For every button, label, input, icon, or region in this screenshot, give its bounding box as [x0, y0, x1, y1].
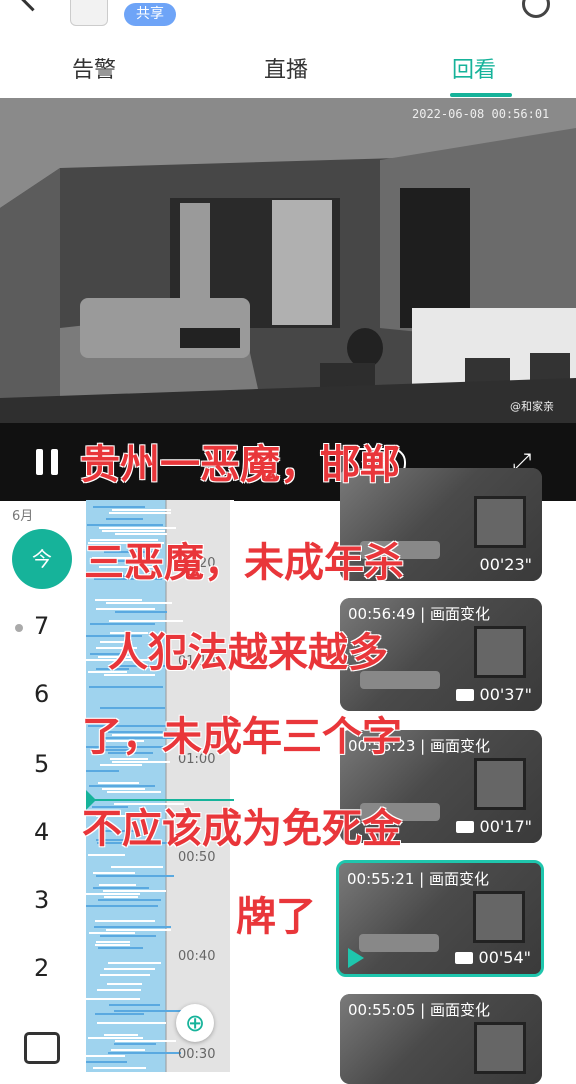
overlay-caption-line: 人犯法越来越多 [108, 630, 388, 676]
overlay-caption-line: 三恶魔，未成年杀 [84, 540, 404, 586]
timeline-stripe [99, 884, 136, 886]
timeline-stripe [100, 935, 156, 937]
timeline-stripe [114, 1010, 183, 1012]
timeline-stripe [107, 983, 142, 985]
timeline-stripe [109, 1004, 160, 1006]
timeline-stripe [98, 947, 143, 949]
calendar-icon[interactable] [24, 1032, 60, 1064]
timeline-stripe [95, 944, 130, 946]
timeline-stripe [106, 602, 172, 604]
tab-live[interactable]: 直播 [264, 52, 308, 84]
timeline-stripe [89, 932, 135, 934]
timeline-stripe [104, 1034, 138, 1036]
timeline-stripe [86, 893, 140, 895]
date-item-4[interactable]: 4 [34, 818, 49, 846]
timeline-stripe [95, 1013, 144, 1015]
timeline-stripe [95, 599, 142, 601]
gear-icon[interactable] [522, 0, 550, 18]
timeline-stripe [104, 896, 138, 898]
date-item-3[interactable]: 3 [34, 886, 49, 914]
timeline-label: 00:40 [178, 949, 216, 964]
timeline-stripe [111, 866, 163, 868]
timeline-stripe [86, 905, 158, 907]
timeline-stripe [86, 770, 119, 772]
timeline-stripe [96, 608, 155, 610]
timeline-stripe [97, 989, 141, 991]
timeline-stripe [102, 788, 145, 790]
timeline-stripe [93, 887, 149, 889]
date-item-5[interactable]: 5 [34, 750, 49, 778]
back-arrow-icon[interactable] [17, 0, 48, 12]
timeline-stripe [98, 899, 161, 901]
timeline-stripe [93, 872, 135, 874]
overlay-caption-line: 贵州一恶魔，邯郸 [80, 442, 400, 488]
video-player[interactable] [0, 98, 576, 423]
video-camera-icon [455, 689, 474, 701]
timeline-stripe [109, 512, 171, 514]
zoom-in-icon[interactable]: ⊕ [176, 1004, 214, 1042]
timeline-stripe [93, 1067, 146, 1069]
timeline-stripe [94, 926, 171, 928]
timeline-stripe [89, 686, 163, 688]
camera-frame [0, 98, 576, 423]
tab-playback[interactable]: 回看 [452, 52, 496, 84]
timeline-stripe [86, 1055, 125, 1057]
clip-thumbnail-selected[interactable]: 00:55:21 | 画面变化 00'54" [336, 860, 544, 977]
tab-alarm[interactable]: 告警 [72, 52, 116, 84]
timeline-stripe [107, 791, 161, 793]
active-tab-indicator [450, 93, 512, 97]
timeline-stripe [89, 785, 155, 787]
timeline-stripe [86, 1061, 127, 1063]
timeline-stripe [87, 524, 163, 526]
timeline-stripe [114, 1043, 156, 1045]
recording-dot [15, 624, 23, 632]
pause-icon[interactable] [36, 449, 62, 475]
timeline-stripe [99, 527, 176, 529]
timeline-stripe [100, 764, 142, 766]
clip-thumbnail[interactable]: 00:55:05 | 画面变化 [340, 994, 542, 1084]
timeline-stripe [108, 1052, 181, 1054]
share-badge: 共享 [124, 3, 176, 26]
date-item-7[interactable]: 7 [34, 612, 49, 640]
timeline-stripe [111, 1049, 145, 1051]
date-item-2[interactable]: 2 [34, 954, 49, 982]
video-camera-icon [454, 952, 473, 964]
video-camera-icon [455, 821, 474, 833]
timeline-stripe [98, 782, 139, 784]
date-item-6[interactable]: 6 [34, 680, 49, 708]
timeline-stripe [106, 929, 171, 931]
timeline-stripe [95, 920, 155, 922]
timeline-stripe [96, 875, 174, 877]
camera-device-icon [70, 0, 108, 26]
timeline-stripe [106, 518, 143, 520]
play-icon[interactable] [348, 948, 364, 968]
timeline-stripe [93, 506, 145, 508]
timeline-stripe [112, 509, 171, 511]
timeline-stripe [115, 611, 167, 613]
timeline-stripe [97, 1022, 166, 1024]
timeline-stripe [88, 854, 125, 856]
overlay-caption-line: 了，未成年三个字 [82, 714, 402, 760]
video-watermark: @和家亲 [510, 400, 554, 413]
timeline-label: 00:30 [178, 1047, 216, 1062]
timeline-stripe [100, 974, 150, 976]
overlay-caption-line: 牌了 [236, 894, 316, 940]
timeline-stripe [108, 962, 161, 964]
timeline-stripe [104, 968, 155, 970]
timeline-stripe [103, 890, 166, 892]
overlay-caption-line: 不应该成为免死金 [82, 806, 402, 852]
timeline-stripe [115, 1040, 176, 1042]
date-today[interactable]: 今 [12, 529, 72, 589]
video-timestamp: 2022-06-08 00:56:01 [412, 107, 550, 121]
month-label: 6月 [12, 509, 34, 524]
timeline-stripe [96, 941, 130, 943]
timeline-stripe [88, 1037, 143, 1039]
timeline-stripe [86, 998, 140, 1000]
